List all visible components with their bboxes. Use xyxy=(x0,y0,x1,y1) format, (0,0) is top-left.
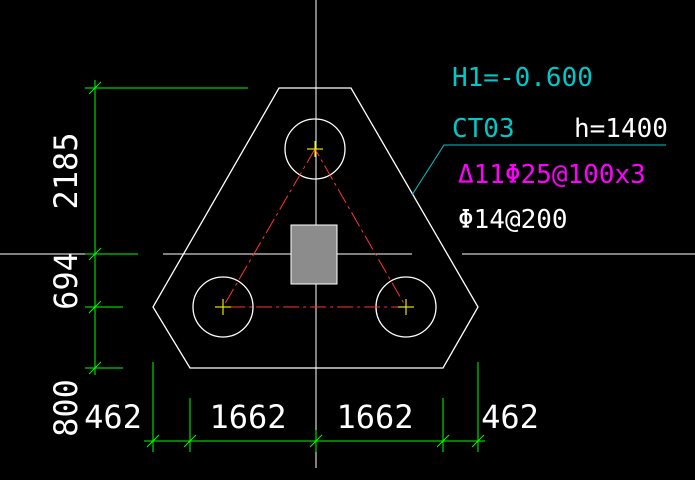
main-rebar-label: Δ11Φ25@100x3 xyxy=(458,160,646,190)
center-cross-icon xyxy=(307,141,323,157)
dim-label-694: 694 xyxy=(47,252,85,310)
dim-label-2185: 2185 xyxy=(47,132,85,209)
dim-label-1662-right: 1662 xyxy=(336,398,413,436)
elevation-label: H1=-0.600 xyxy=(452,63,593,93)
cap-id-label: CT03 xyxy=(452,114,515,144)
vertical-dimension-labels: 2185 694 800 xyxy=(47,132,85,436)
dim-label-800: 800 xyxy=(47,379,85,437)
cap-height-label: h=1400 xyxy=(574,114,668,144)
center-cross-icon xyxy=(398,299,414,315)
vertical-dimensions xyxy=(85,80,248,375)
dim-label-462-left: 462 xyxy=(84,398,142,436)
center-cross-icon xyxy=(215,299,231,315)
column-rect-icon xyxy=(290,224,338,285)
annotations: H1=-0.600 CT03 h=1400 Δ11Φ25@100x3 Φ14@2… xyxy=(452,63,668,235)
dim-label-1662-left: 1662 xyxy=(209,398,286,436)
dist-rebar-label: Φ14@200 xyxy=(458,205,568,235)
cad-canvas[interactable]: 2185 694 800 462 1662 1662 462 H1=-0.600… xyxy=(0,0,695,480)
pile-cap-drawing: 2185 694 800 462 1662 1662 462 H1=-0.600… xyxy=(0,0,695,468)
horizontal-dimensions xyxy=(144,362,485,452)
dim-label-462-right: 462 xyxy=(481,398,539,436)
horizontal-dimension-labels: 462 1662 1662 462 xyxy=(84,398,539,436)
